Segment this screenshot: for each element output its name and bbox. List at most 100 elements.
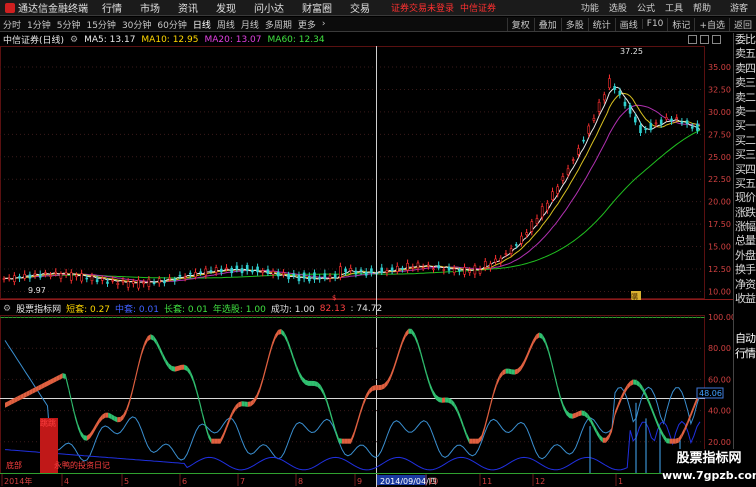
price-tick-label: 15.00 [708, 243, 731, 252]
indicator-ribbon-segment [624, 384, 628, 395]
time-tick-label: 5 [124, 477, 129, 486]
side-auto[interactable]: 自动 [734, 332, 756, 346]
candle-body [313, 272, 316, 280]
candle-body [38, 274, 42, 278]
side-item-ask4[interactable]: 卖四 [734, 62, 756, 76]
indicator-ribbon-segment [654, 413, 658, 427]
side-item-bid4[interactable]: 买四 [734, 163, 756, 177]
candle-body [214, 267, 218, 273]
indicator-ribbon-segment [123, 408, 127, 420]
indicator-ribbon-segment [156, 340, 160, 352]
candle-body [261, 270, 265, 273]
indicator-ribbon-segment [393, 357, 397, 372]
indicator-header: ⚙ 股票指标网 短套: 0.27 中套: 0.01 长套: 0.01 年选股: … [0, 302, 733, 316]
indicator-ribbon-segment [247, 401, 251, 407]
indicator-ribbon-segment [551, 358, 555, 377]
candle-body [230, 267, 233, 274]
candle-body [468, 270, 472, 273]
low-price-label: 9.97 [28, 286, 46, 295]
side-item-ratio[interactable]: 委比 [734, 33, 756, 47]
candle-body [111, 279, 114, 282]
side-item-net-assets[interactable]: 净资 [734, 278, 756, 292]
indicator-settings-icon[interactable]: ⚙ [3, 304, 11, 314]
candle-body [344, 268, 347, 272]
candle-body [634, 116, 637, 123]
indicator-low-line [4, 340, 701, 462]
indicator-value: : 74.72 [350, 303, 383, 314]
side-item-earnings[interactable]: 收益 [734, 292, 756, 306]
price-panel-frame [0, 46, 705, 299]
indicator-ribbon-segment [357, 411, 361, 427]
side-item-ask3[interactable]: 卖三 [734, 76, 756, 90]
price-tick-label: 32.50 [708, 85, 731, 94]
indicator-ribbon-segment [50, 377, 54, 385]
indicator-ribbon-segment [259, 376, 263, 392]
indicator-ribbon-segment [305, 379, 309, 386]
candle-body [654, 122, 658, 125]
indicator-ribbon-segment [83, 435, 87, 441]
candle-body [183, 276, 187, 279]
indicator-ribbon-segment [20, 393, 24, 400]
indicator-ribbon-segment [53, 376, 57, 383]
indicator-ribbon-segment [672, 438, 676, 444]
candle-body [220, 268, 223, 273]
candle-body [670, 118, 673, 122]
candle-body [297, 274, 301, 282]
candle-body [318, 277, 321, 280]
indicator-ribbon-segment [120, 414, 124, 423]
indicator-ribbon-segment [150, 334, 154, 341]
indicator-ribbon-segment [132, 375, 136, 394]
indicator-ribbon-segment [38, 384, 42, 391]
candle-body [478, 269, 482, 274]
side-item-ask5[interactable]: 卖五 [734, 47, 756, 61]
side-item-ask2[interactable]: 卖二 [734, 91, 756, 105]
indicator-ribbon-segment [344, 438, 348, 444]
indicator-ribbon-segment [284, 331, 288, 343]
indicator-ribbon-segment [269, 342, 273, 359]
side-item-bid5[interactable]: 买五 [734, 177, 756, 191]
time-tick-label: 4 [64, 477, 69, 486]
candle-body [240, 268, 244, 274]
candle-body [571, 159, 575, 161]
indicator-ribbon-segment [530, 339, 534, 352]
candle-body [427, 264, 430, 267]
side-item-ask1[interactable]: 卖一 [734, 105, 756, 119]
side-item-change[interactable]: 涨跌 [734, 206, 756, 220]
indicator-ribbon-segment [211, 438, 215, 444]
year-pick-value: 年选股: 1.00 [212, 305, 266, 315]
indicator-tick-label: 80.00 [708, 344, 731, 353]
indicator-ribbon-segment [557, 384, 561, 401]
indicator-ribbon [5, 328, 700, 444]
candle-body [147, 278, 151, 287]
time-tick-label: 7 [240, 477, 245, 486]
indicator-ribbon-segment [354, 421, 358, 437]
side-item-bid1[interactable]: 买一 [734, 119, 756, 133]
candle-body [188, 272, 192, 275]
indicator-ribbon-segment [666, 438, 670, 444]
indicator-ribbon-segment [636, 379, 640, 388]
candle-body [251, 269, 254, 273]
indicator-ribbon-segment [493, 381, 497, 396]
price-tick-label: 12.50 [708, 265, 731, 274]
side-item-bid3[interactable]: 买三 [734, 148, 756, 162]
indicator-ribbon-segment [193, 377, 197, 392]
candle-body [551, 191, 554, 200]
indicator-ribbon-segment [511, 369, 515, 375]
back-button[interactable]: 返回 [728, 17, 756, 31]
side-quotes[interactable]: 行情 [734, 347, 756, 361]
time-tick-label: 2014年 [4, 476, 32, 486]
indicator-name[interactable]: 股票指标网 [16, 302, 61, 315]
side-item-outer[interactable]: 外盘 [734, 249, 756, 263]
side-item-price[interactable]: 现价 [734, 191, 756, 205]
indicator-ribbon-segment [596, 429, 600, 440]
side-item-change-pct[interactable]: 涨幅 [734, 220, 756, 234]
indicator-ribbon-segment [32, 387, 36, 394]
indicator-ribbon-segment [593, 423, 597, 435]
indicator-ribbon-segment [399, 338, 403, 353]
chart-canvas[interactable]: 35.00 32.50 30.00 27.50 25.00 22.50 20.00 17.50… [0, 0, 733, 487]
side-item-volume[interactable]: 总量 [734, 234, 756, 248]
side-item-bid2[interactable]: 买二 [734, 134, 756, 148]
candle-body [432, 268, 435, 271]
side-item-turnover[interactable]: 换手 [734, 263, 756, 277]
indicator-ribbon-segment [548, 347, 552, 364]
